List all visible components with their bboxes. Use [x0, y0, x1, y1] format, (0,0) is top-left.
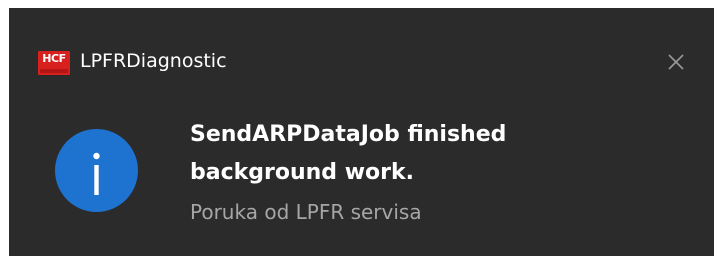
close-icon [668, 54, 684, 70]
info-icon [55, 129, 138, 212]
notification-title-line-2: background work. [190, 160, 414, 185]
close-button[interactable] [656, 42, 696, 82]
app-name: LPFRDiagnostic [80, 50, 227, 72]
app-logo-stripe [40, 69, 68, 73]
toast-notification[interactable]: HCF LPFRDiagnostic SendARPDataJob finish… [9, 8, 714, 256]
app-logo: HCF [38, 51, 70, 75]
notification-title-line-1: SendARPDataJob finished [190, 122, 507, 147]
notification-body: Poruka od LPFR servisa [190, 200, 422, 224]
app-logo-text: HCF [42, 52, 66, 65]
